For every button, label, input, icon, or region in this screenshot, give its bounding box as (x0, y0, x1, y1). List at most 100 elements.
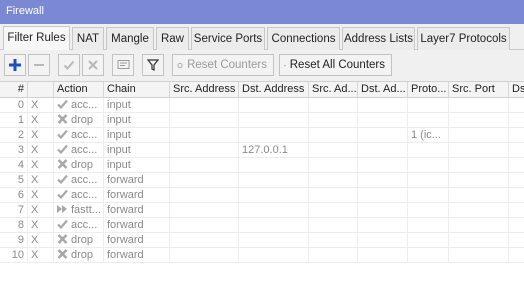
cell-dst-list (358, 98, 408, 113)
col-header-src-address-list[interactable]: Src. Ad... (309, 82, 358, 98)
cell-flag: X (28, 143, 54, 158)
cell-proto (408, 233, 449, 248)
cell-src (170, 203, 239, 218)
cell-dst (239, 203, 309, 218)
cell-action: acc... (54, 218, 104, 233)
col-header-dst-address[interactable]: Dst. Address (239, 82, 309, 98)
table-row[interactable]: 10 Xdrop forward (0, 248, 524, 263)
cell-action: acc... (54, 188, 104, 203)
comment-icon (117, 60, 129, 69)
cell-sport (449, 158, 509, 173)
cell-src-list (309, 218, 358, 233)
cell-action: drop (54, 158, 104, 173)
reset-all-counters-button[interactable]: Reset All Counters (279, 54, 392, 76)
reset-icon (284, 64, 286, 66)
add-button[interactable] (4, 54, 26, 76)
cell-src (170, 188, 239, 203)
cell-dst (239, 233, 309, 248)
cell-src-list (309, 113, 358, 128)
drop-icon (57, 159, 71, 171)
cell-action: acc... (54, 173, 104, 188)
accept-icon (57, 144, 71, 156)
accept-icon (57, 129, 71, 141)
cell-num: 2 (0, 128, 28, 143)
cell-num: 4 (0, 158, 28, 173)
tab-nat[interactable]: NAT (72, 27, 104, 50)
action-label: acc... (71, 144, 98, 156)
cell-action: drop (54, 113, 104, 128)
cell-dst-list (358, 128, 408, 143)
col-header-dst-port[interactable]: Ds (509, 82, 524, 98)
col-header-action[interactable]: Action (54, 82, 104, 98)
col-header-src-address[interactable]: Src. Address (170, 82, 239, 98)
cell-proto (408, 203, 449, 218)
filter-button[interactable] (142, 54, 164, 76)
col-header-protocol[interactable]: Proto... (408, 82, 449, 98)
cell-dst-list (358, 113, 408, 128)
action-label: acc... (71, 189, 98, 201)
cell-num: 1 (0, 113, 28, 128)
cell-proto (408, 158, 449, 173)
cell-sport (449, 218, 509, 233)
cell-dst: 127.0.0.1 (239, 143, 309, 158)
table-row[interactable]: 7 Xfastt... forward (0, 203, 524, 218)
cell-src (170, 143, 239, 158)
cell-sport (449, 128, 509, 143)
cell-dst (239, 188, 309, 203)
disable-button[interactable] (82, 54, 104, 76)
table-row[interactable]: 9 Xdrop forward (0, 233, 524, 248)
plus-icon (9, 59, 21, 71)
tab-service-ports[interactable]: Service Ports (191, 27, 265, 50)
table-row[interactable]: 1 Xdrop input (0, 113, 524, 128)
col-header-number[interactable]: # (0, 82, 28, 98)
cell-chain: input (104, 113, 170, 128)
reset-counters-button[interactable]: Reset Counters (172, 54, 274, 76)
cell-flag: X (28, 98, 54, 113)
comment-button[interactable] (112, 54, 134, 76)
col-header-chain[interactable]: Chain (104, 82, 170, 98)
cell-dst-list (358, 188, 408, 203)
cell-dst-list (358, 218, 408, 233)
accept-icon (57, 99, 71, 111)
action-label: acc... (71, 129, 98, 141)
cell-proto (408, 143, 449, 158)
cell-num: 9 (0, 233, 28, 248)
tab-connections[interactable]: Connections (267, 27, 340, 50)
cell-proto (408, 173, 449, 188)
col-header-flags[interactable] (28, 82, 54, 98)
tab-address-lists[interactable]: Address Lists (342, 27, 415, 50)
tab-mangle[interactable]: Mangle (106, 27, 154, 50)
cell-src-list (309, 98, 358, 113)
cell-flag: X (28, 233, 54, 248)
table-row[interactable]: 0 Xacc... input (0, 98, 524, 113)
enable-button[interactable] (58, 54, 80, 76)
cell-num: 0 (0, 98, 28, 113)
table-row[interactable]: 6 Xacc... forward (0, 188, 524, 203)
cell-flag: X (28, 203, 54, 218)
cell-chain: input (104, 143, 170, 158)
tab-filter-rules[interactable]: Filter Rules (3, 26, 70, 50)
table-row[interactable]: 2 Xacc... input 1 (ic... (0, 128, 524, 143)
cell-chain: forward (104, 233, 170, 248)
cell-sport (449, 98, 509, 113)
check-icon (63, 60, 75, 70)
action-label: drop (71, 234, 94, 246)
col-header-src-port[interactable]: Src. Port (449, 82, 509, 98)
cell-src-list (309, 233, 358, 248)
cell-dst-list (358, 173, 408, 188)
cell-sport (449, 203, 509, 218)
table-row[interactable]: 3 Xacc... input 127.0.0.1 (0, 143, 524, 158)
cell-dst-list (358, 158, 408, 173)
remove-button[interactable] (28, 54, 50, 76)
cell-src (170, 218, 239, 233)
tab-layer7-protocols[interactable]: Layer7 Protocols (417, 27, 510, 50)
table-row[interactable]: 8 Xacc... forward (0, 218, 524, 233)
cell-dst (239, 128, 309, 143)
table-row[interactable]: 4 Xdrop input (0, 158, 524, 173)
cell-dst (239, 248, 309, 263)
tab-raw[interactable]: Raw (156, 27, 189, 50)
drop-icon (57, 234, 71, 246)
col-header-dst-address-list[interactable]: Dst. Ad... (358, 82, 408, 98)
reset-icon (177, 62, 183, 68)
table-row[interactable]: 5 Xacc... forward (0, 173, 524, 188)
